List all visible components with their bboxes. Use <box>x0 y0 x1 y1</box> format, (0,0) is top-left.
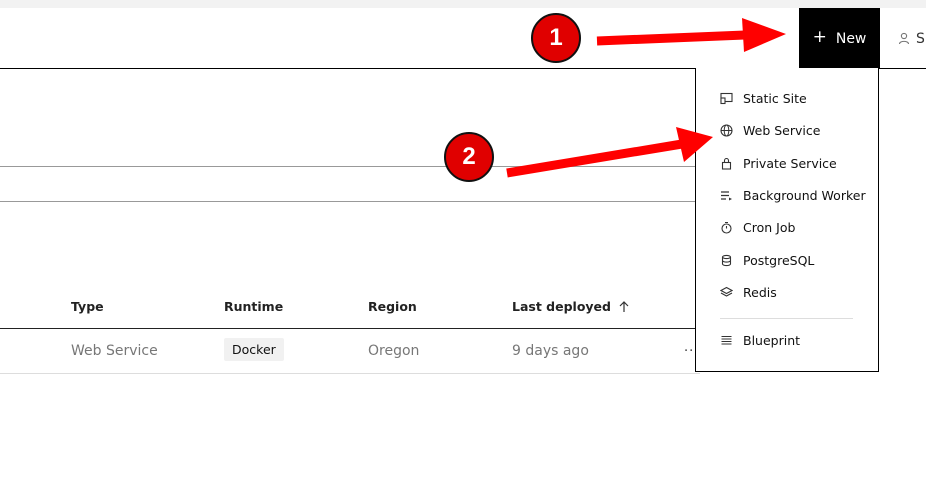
menu-item-label: Redis <box>743 285 777 300</box>
cell-region: Oregon <box>368 343 420 359</box>
lock-icon <box>721 157 732 170</box>
database-icon <box>721 254 732 267</box>
column-header-last-deployed[interactable]: Last deployed <box>512 299 629 314</box>
menu-item-cron-job[interactable]: Cron Job <box>720 220 795 235</box>
menu-item-private-service[interactable]: Private Service <box>720 156 837 171</box>
menu-item-label: Background Worker <box>743 188 866 203</box>
menu-separator <box>720 318 853 319</box>
runtime-badge: Docker <box>224 338 284 361</box>
new-button[interactable]: + New <box>799 8 880 69</box>
column-header-region[interactable]: Region <box>368 299 417 314</box>
cell-last-deployed: 9 days ago <box>512 343 589 359</box>
worker-icon <box>721 191 732 201</box>
menu-item-background-worker[interactable]: Background Worker <box>720 188 866 203</box>
callout-badge-1: 1 <box>531 13 581 63</box>
menu-item-static-site[interactable]: Static Site <box>720 91 807 106</box>
blueprint-icon <box>721 335 732 345</box>
user-label: S <box>916 30 925 47</box>
menu-item-label: PostgreSQL <box>743 253 815 268</box>
static-site-icon <box>720 92 733 105</box>
arrow-up-icon <box>619 300 629 312</box>
table-header-border <box>0 328 700 329</box>
menu-item-label: Blueprint <box>743 333 801 348</box>
menu-item-label: Cron Job <box>743 220 796 235</box>
divider-line <box>0 201 700 202</box>
cell-type: Web Service <box>71 343 158 359</box>
column-header-last-deployed-label: Last deployed <box>512 299 611 314</box>
menu-item-redis[interactable]: Redis <box>720 285 777 300</box>
globe-icon <box>720 124 733 137</box>
plus-icon: + <box>812 27 827 47</box>
user-menu[interactable]: S <box>898 8 925 69</box>
user-icon <box>898 32 910 45</box>
new-dropdown-menu: Static Site Web Service Private Service … <box>695 68 879 372</box>
menu-item-label: Static Site <box>743 91 807 106</box>
callout-badge-2: 2 <box>444 132 494 182</box>
layers-icon <box>720 286 733 297</box>
menu-item-postgresql[interactable]: PostgreSQL <box>720 253 814 268</box>
menu-item-label: Private Service <box>743 156 837 171</box>
browser-top-strip <box>0 0 926 8</box>
menu-item-label: Web Service <box>743 123 821 138</box>
column-header-type[interactable]: Type <box>71 299 104 314</box>
new-button-label: New <box>835 30 867 47</box>
menu-item-web-service[interactable]: Web Service <box>720 123 820 138</box>
table-row-border <box>0 373 700 374</box>
top-header <box>0 8 926 69</box>
timer-icon <box>721 221 732 234</box>
menu-item-blueprint[interactable]: Blueprint <box>720 333 800 348</box>
arrow-2-shaft <box>506 139 683 178</box>
divider-line <box>0 166 700 167</box>
column-header-runtime[interactable]: Runtime <box>224 299 283 314</box>
